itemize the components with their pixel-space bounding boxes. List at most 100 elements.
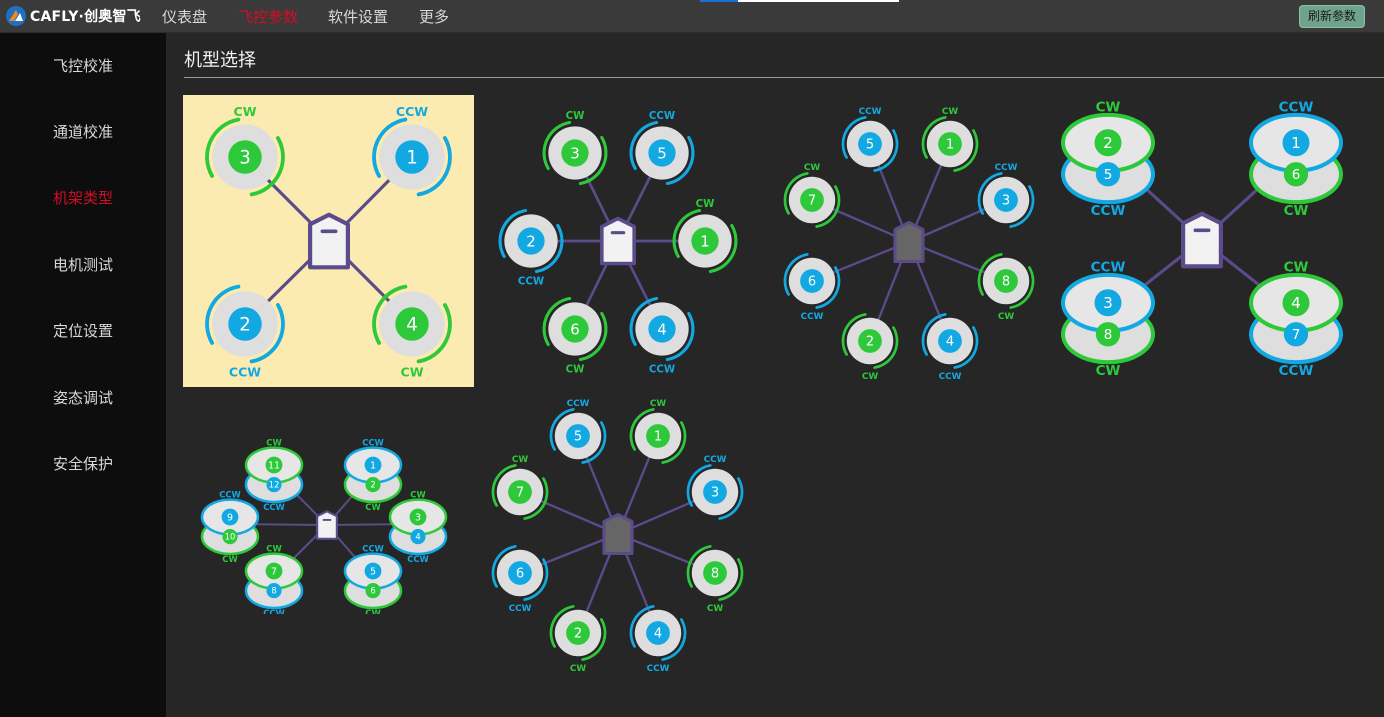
motor-number: 4 [406,314,418,335]
sidebar-item-positioning[interactable]: 定位设置 [0,317,166,345]
rotation-label: CW [1284,259,1309,275]
motor-number: 8 [1104,327,1113,343]
motor-number: 7 [271,566,277,577]
quad-x-diagram: 1 CCW 2 CCW 3 CW 4 CW [205,104,452,379]
sidebar-item-safety[interactable]: 安全保护 [0,450,166,478]
frame-body [1181,211,1223,269]
frame-body [315,510,338,540]
rotation-label: CCW [219,489,241,499]
sidebar-item-attitude-tuning[interactable]: 姿态调试 [0,384,166,412]
nav-tab-flight-params[interactable]: 飞控参数 [238,6,298,27]
motor-number: 1 [1291,134,1301,152]
top-navigation-bar: CAFLY·创奥智飞 仪表盘 飞控参数 软件设置 更多 刷新参数 [0,0,1384,33]
motor-number: 1 [370,460,376,471]
motor-number: 10 [225,532,236,542]
rotation-label: CW [222,554,237,564]
frame-option-octo-x[interactable]: 1 CW 2 CW 3 CCW 4 CCW 5 CCW 6 CCW 7 CW 8 CW [770,100,1050,385]
rotation-label: CCW [362,437,384,447]
rotation-label: CCW [263,608,285,614]
nav-tab-software-settings[interactable]: 软件设置 [328,6,388,27]
frame-body-marker [322,518,332,521]
motor-number: 4 [657,320,666,338]
sidebar-item-frame-type[interactable]: 机架类型 [0,184,166,212]
motor-number: 12 [269,480,280,490]
rotation-label: CW [1096,363,1121,379]
motor-number: 3 [1103,294,1113,312]
sidebar-item-fc-calibration[interactable]: 飞控校准 [0,52,166,80]
motor-number: 2 [866,335,874,350]
nav-tab-dashboard[interactable]: 仪表盘 [162,6,207,27]
motor-number: 1 [654,430,662,445]
rotation-label: CCW [1279,363,1314,379]
rotation-label: CCW [939,372,962,382]
rotation-label: CW [512,455,529,465]
logo-icon [6,6,26,26]
rotation-label: CW [696,199,715,210]
rotation-label: CCW [396,104,428,119]
rotation-label: CCW [407,554,429,564]
refresh-params-button[interactable]: 刷新参数 [1299,5,1365,28]
brand-name: CAFLY·创奥智飞 [30,9,141,25]
rotation-label: CW [998,312,1015,322]
motor-number: 2 [526,232,535,250]
rotation-label: CW [401,364,424,379]
motor-number: 5 [657,144,666,162]
motor-number: 3 [570,144,579,162]
rotation-label: CW [234,104,257,119]
rotation-label: CCW [229,364,261,379]
motor-number: 4 [415,532,420,542]
rotation-label: CCW [509,604,532,614]
sidebar: 飞控校准 通道校准 机架类型 电机测试 定位设置 姿态调试 安全保护 [0,33,166,717]
rotation-label: CW [266,437,281,447]
sidebar-item-motor-test[interactable]: 电机测试 [0,251,166,279]
motor-number: 3 [415,512,421,523]
rotation-label: CCW [704,455,727,465]
frame-body [600,216,636,266]
motor-number: 1 [406,147,418,168]
rotation-label: CCW [859,107,882,117]
motor-number: 4 [654,627,662,642]
motor-number: 6 [1292,167,1301,183]
motor-number: 2 [574,627,582,642]
rotation-label: CCW [263,502,285,512]
dodeca-hexa-diagram: 1112CWCCW12CCWCW910CCWCW34CWCCW78CWCCW56… [200,437,448,614]
octo-quad-x8-diagram: 2 5 CW CCW 1 6 CCW CW 3 8 CCW CW 4 7 CW CCW [1060,99,1344,379]
frame-body [307,212,350,270]
page-title: 机型选择 [184,50,256,71]
rotation-label: CCW [647,664,670,674]
motor-number: 4 [1291,294,1301,312]
motor-number: 1 [700,232,709,250]
frame-option-quad-x[interactable]: 1 CCW 2 CCW 3 CW 4 CW [183,95,474,387]
rotation-label: CW [942,107,959,117]
motor-number: 5 [574,430,582,445]
rotation-label: CCW [518,276,544,287]
frame-body-marker [320,229,338,234]
sidebar-item-channel-calibration[interactable]: 通道校准 [0,118,166,146]
motor-number: 6 [570,320,579,338]
loading-progress-bar [700,0,899,2]
frame-option-dodeca-hexa[interactable]: 11 12 CW CCW 1 2 CCW CW 9 10 CCW CW 3 4 CW CCW 7 8 CW CCW 5 6… [190,432,470,614]
rotation-label: CW [365,502,380,512]
motor-number: 6 [808,275,816,290]
motor-number: 6 [516,567,524,582]
nav-tab-more[interactable]: 更多 [419,6,449,27]
frame-option-hexa-x[interactable]: 1 CW 2 CCW 3 CW 4 CCW 5 CCW 6 CW [490,100,750,380]
motor-number: 3 [239,147,251,168]
rotation-label: CCW [1279,99,1314,115]
frame-body-marker [610,231,626,235]
frame-option-octo-quad-x8[interactable]: 2 5 CW CCW 1 6 CCW CW 3 8 CCW CW 4 7 CW CCW [1050,92,1360,392]
brand-logo: CAFLY·创奥智飞 [5,5,141,27]
rotation-label: CCW [649,364,675,375]
rotation-label: CW [804,163,821,173]
rotation-label: CCW [649,111,675,122]
rotation-label: CW [266,543,281,553]
rotation-label: CCW [567,399,590,409]
motor-number: 7 [1292,327,1301,343]
motor-number: 1 [946,138,954,153]
motor-number: 2 [1103,134,1113,152]
rotation-label: CW [650,399,667,409]
frame-option-octo-plus[interactable]: 1 CW 2 CW 3 CCW 4 CCW 5 CCW 6 CCW 7 CW 8 CW [480,392,760,677]
motor-number: 5 [370,566,376,577]
rotation-label: CW [365,608,380,614]
octo-x-diagram: 1 CW 2 CW 3 CCW 4 CCW 5 CCW 6 CCW 7 CW 8 CW [783,107,1035,382]
